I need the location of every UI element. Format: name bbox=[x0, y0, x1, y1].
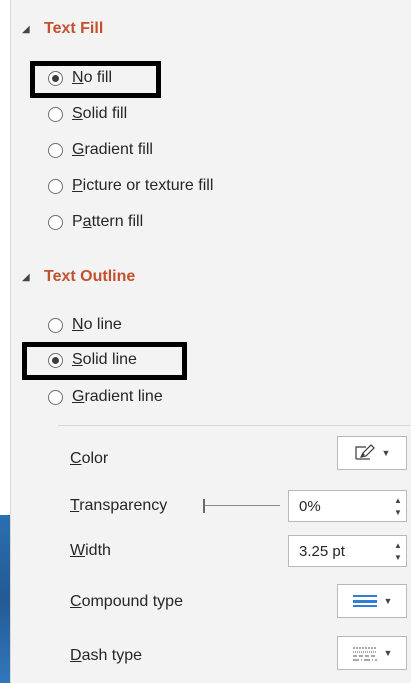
compound-type-dropdown-button[interactable]: ▼ bbox=[337, 584, 407, 618]
radio-indicator[interactable] bbox=[48, 178, 63, 194]
collapse-triangle-icon: ◢ bbox=[22, 23, 30, 35]
spinner-arrows[interactable]: ▲ ▼ bbox=[390, 541, 406, 562]
section-divider bbox=[58, 425, 410, 426]
transparency-label: Transparency bbox=[70, 497, 168, 514]
radio-label: Gradient line bbox=[72, 388, 163, 405]
pen-color-icon bbox=[354, 444, 375, 460]
dash-lines-icon bbox=[352, 647, 377, 661]
radio-label: Gradient fill bbox=[72, 141, 153, 158]
compound-lines-icon bbox=[352, 595, 377, 607]
radio-indicator[interactable] bbox=[48, 352, 63, 368]
text-outline-header[interactable]: ◢ Text Outline bbox=[22, 268, 135, 286]
radio-label: Picture or texture fill bbox=[72, 177, 214, 194]
chevron-down-icon: ▼ bbox=[383, 648, 393, 658]
radio-label: No fill bbox=[72, 69, 113, 86]
radio-indicator[interactable] bbox=[48, 389, 63, 405]
radio-solid-line[interactable]: Solid line bbox=[48, 349, 137, 371]
radio-label: Pattern fill bbox=[72, 213, 144, 230]
transparency-slider-track[interactable] bbox=[205, 505, 280, 506]
dash-type-label: Dash type bbox=[70, 647, 143, 664]
chevron-up-icon[interactable]: ▲ bbox=[394, 496, 402, 505]
collapse-triangle-icon: ◢ bbox=[22, 271, 30, 283]
chevron-up-icon[interactable]: ▲ bbox=[394, 541, 402, 550]
chevron-down-icon[interactable]: ▼ bbox=[394, 508, 402, 517]
width-value[interactable]: 3.25 pt bbox=[289, 543, 390, 560]
compound-type-label: Compound type bbox=[70, 593, 183, 610]
radio-label: Solid fill bbox=[72, 105, 128, 122]
width-label: Width bbox=[70, 542, 111, 559]
radio-no-fill[interactable]: No fill bbox=[48, 67, 112, 89]
dash-type-dropdown-button[interactable]: ▼ bbox=[337, 636, 407, 670]
transparency-value[interactable]: 0% bbox=[289, 498, 390, 515]
chevron-down-icon[interactable]: ▼ bbox=[394, 553, 402, 562]
radio-solid-fill[interactable]: Solid fill bbox=[48, 103, 127, 125]
text-outline-title: Text Outline bbox=[44, 268, 136, 285]
radio-pattern-fill[interactable]: Pattern fill bbox=[48, 211, 143, 233]
text-fill-title: Text Fill bbox=[44, 20, 104, 37]
radio-indicator[interactable] bbox=[48, 214, 63, 230]
radio-label: No line bbox=[72, 316, 122, 333]
radio-indicator[interactable] bbox=[48, 142, 63, 158]
color-dropdown-button[interactable]: ▼ bbox=[337, 436, 407, 470]
radio-gradient-line[interactable]: Gradient line bbox=[48, 386, 163, 408]
radio-gradient-fill[interactable]: Gradient fill bbox=[48, 139, 153, 161]
chevron-down-icon: ▼ bbox=[381, 448, 391, 458]
chevron-down-icon: ▼ bbox=[383, 596, 393, 606]
radio-indicator[interactable] bbox=[48, 70, 63, 86]
radio-indicator[interactable] bbox=[48, 317, 63, 333]
transparency-slider-handle[interactable] bbox=[203, 499, 205, 513]
transparency-spinner[interactable]: 0% ▲ ▼ bbox=[288, 490, 407, 522]
radio-label: Solid line bbox=[72, 351, 137, 368]
radio-no-line[interactable]: No line bbox=[48, 314, 122, 336]
width-spinner[interactable]: 3.25 pt ▲ ▼ bbox=[288, 535, 407, 567]
text-fill-header[interactable]: ◢ Text Fill bbox=[22, 20, 103, 38]
color-label: Color bbox=[70, 450, 109, 467]
radio-picture-texture-fill[interactable]: Picture or texture fill bbox=[48, 175, 213, 197]
background-document-edge bbox=[0, 515, 11, 683]
radio-indicator[interactable] bbox=[48, 106, 63, 122]
spinner-arrows[interactable]: ▲ ▼ bbox=[390, 496, 406, 517]
